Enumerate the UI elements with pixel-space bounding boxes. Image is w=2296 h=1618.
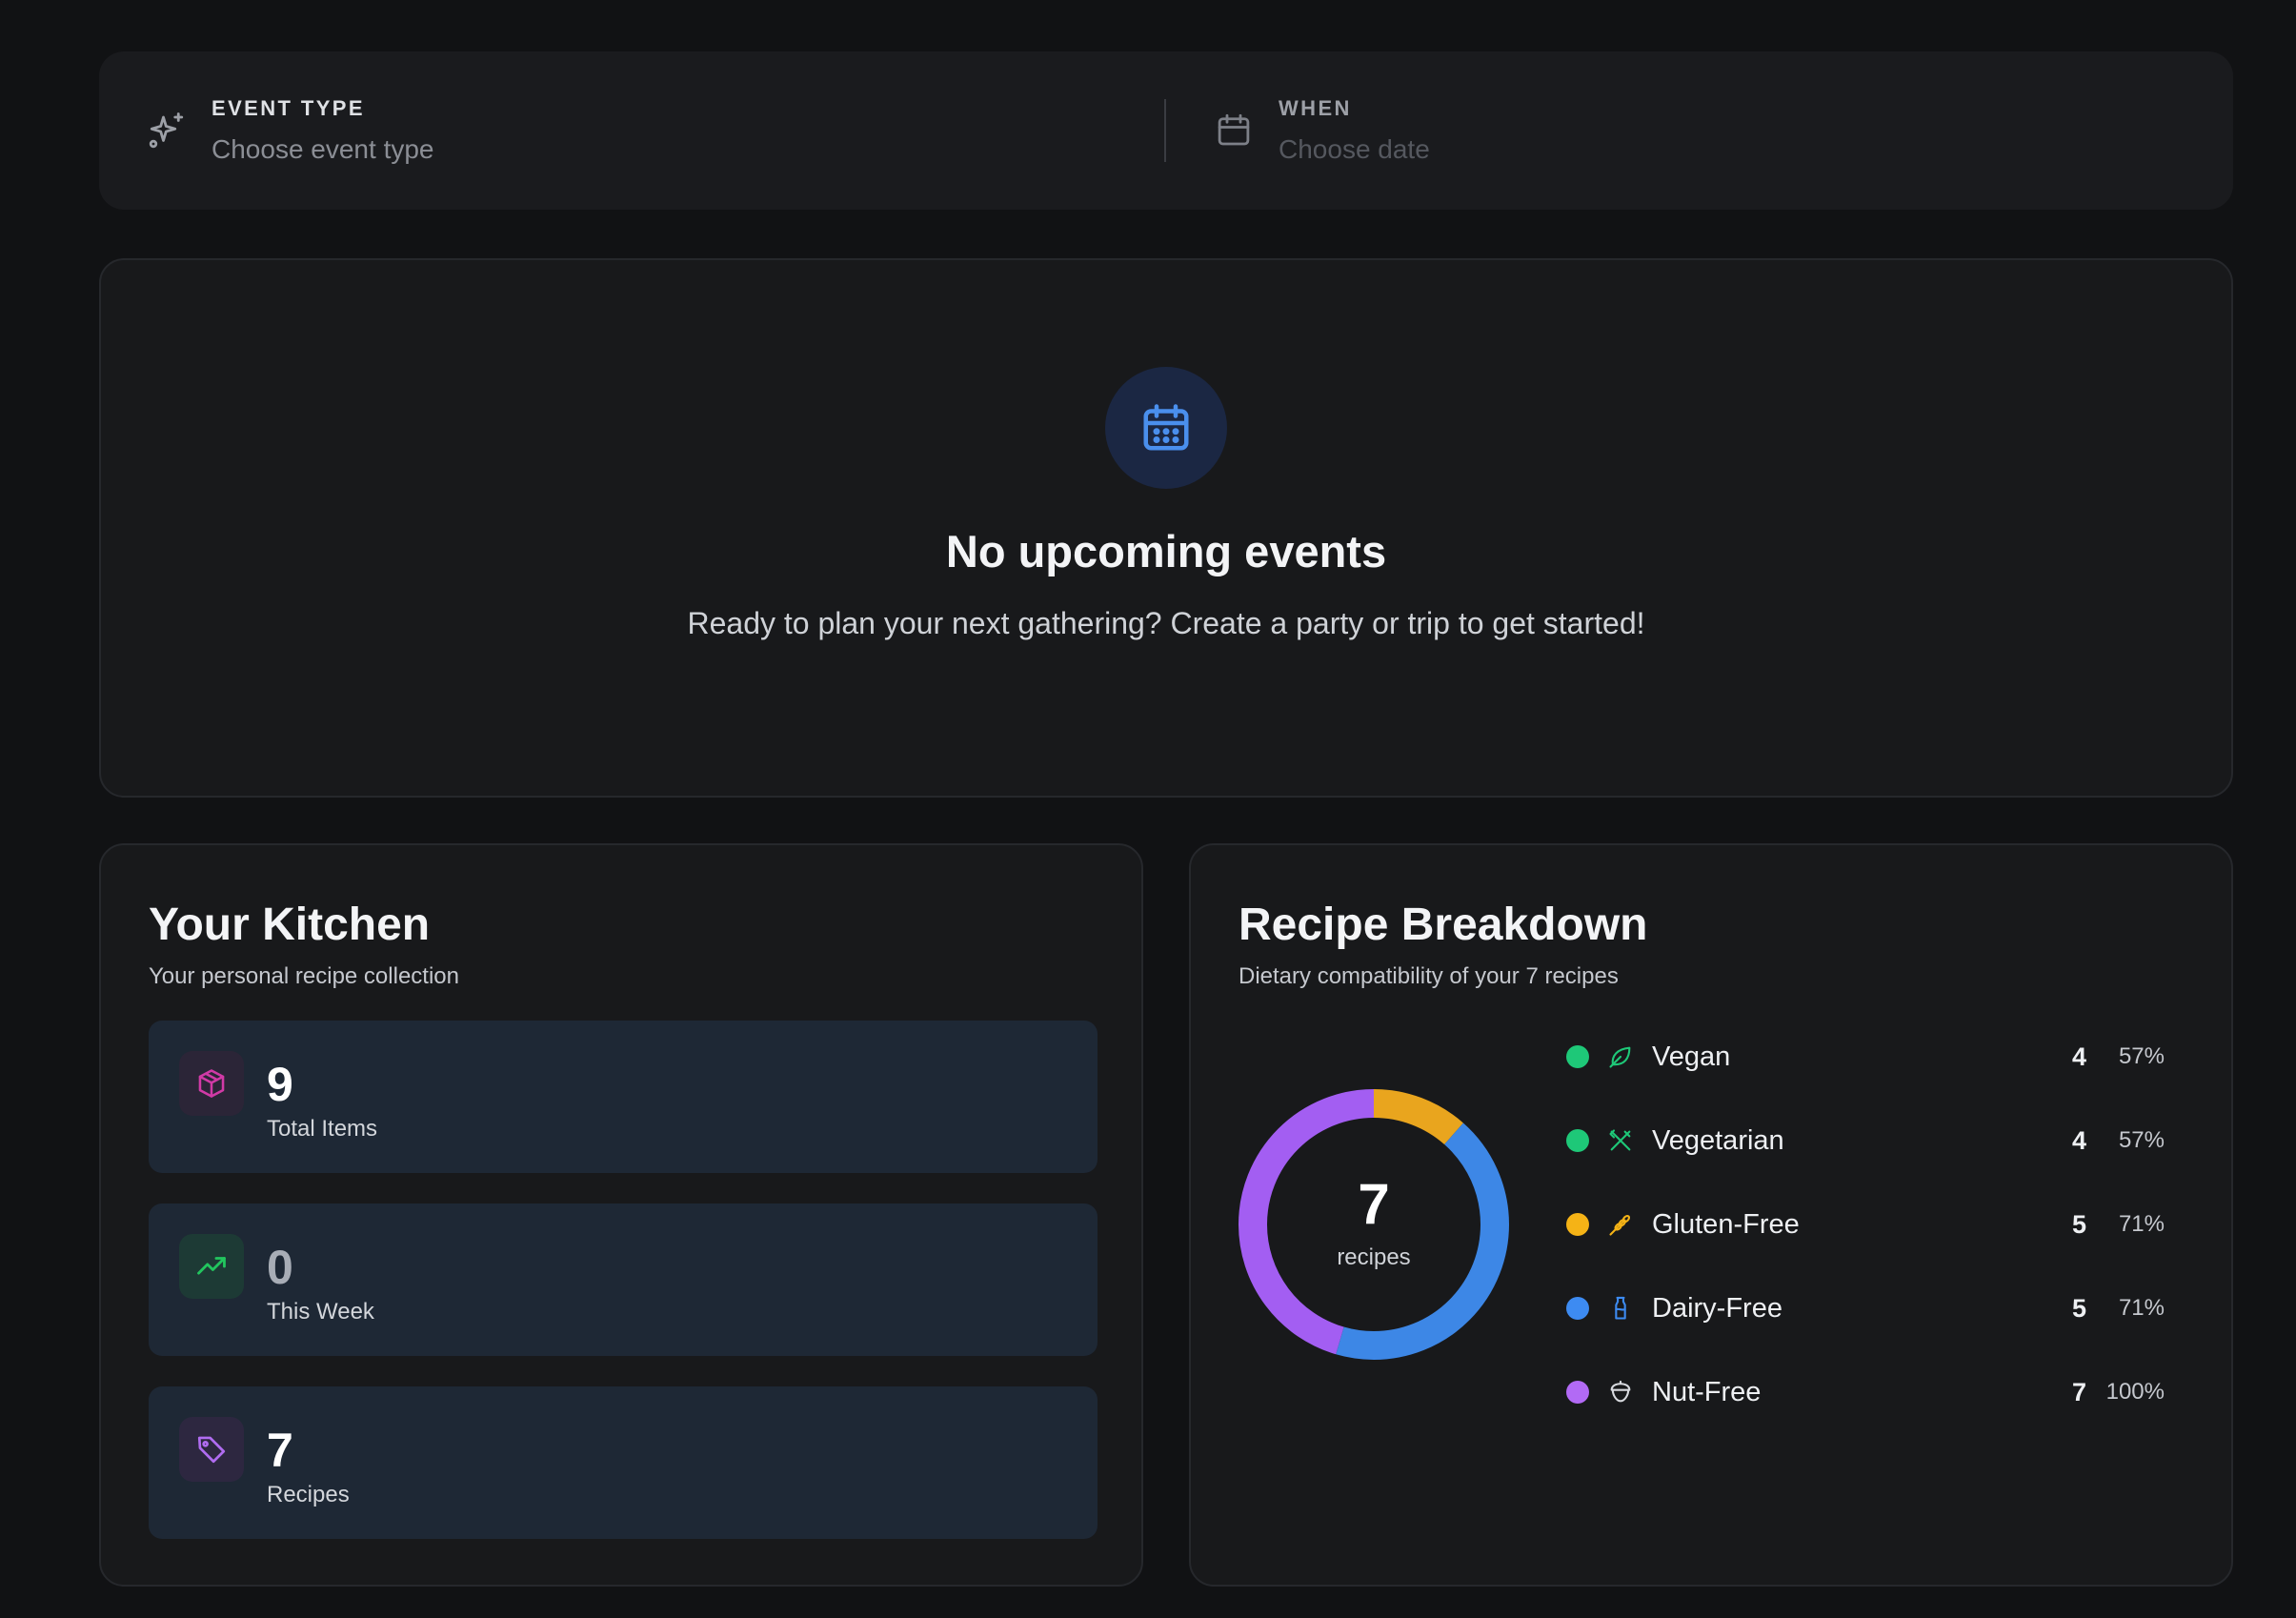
- events-icon-badge: [1105, 367, 1227, 489]
- dashboard: EVENT TYPE Choose event type WHEN Choose…: [0, 0, 2296, 1618]
- calendar-icon: [1143, 404, 1189, 451]
- breakdown-title: Recipe Breakdown: [1239, 900, 1648, 950]
- event-search-bar: EVENT TYPE Choose event type WHEN Choose…: [99, 51, 2233, 210]
- calendar-icon: [1214, 111, 1254, 151]
- events-empty-title: No upcoming events: [945, 526, 1387, 576]
- donut-center: 7 recipes: [1239, 1089, 1509, 1360]
- events-empty-subtitle: Ready to plan your next gathering? Creat…: [687, 606, 1645, 640]
- kitchen-title: Your Kitchen: [149, 900, 431, 950]
- legend-dot: [1566, 1297, 1589, 1320]
- legend-count: 4: [2071, 1042, 2086, 1071]
- legend-row-gluten-free[interactable]: Gluten-Free 5 71%: [1566, 1205, 2185, 1244]
- legend-label: Gluten-Free: [1652, 1208, 1800, 1240]
- stat-value: 7: [267, 1424, 293, 1477]
- stat-value: 9: [267, 1058, 293, 1111]
- stat-this-week[interactable]: 0 This Week: [149, 1203, 1098, 1356]
- event-type-field[interactable]: EVENT TYPE Choose event type: [99, 51, 1164, 210]
- stat-value: 0: [267, 1241, 293, 1294]
- legend-percent: 57%: [2118, 1043, 2165, 1069]
- utensils-crossed-icon: [1606, 1126, 1635, 1155]
- legend-percent: 71%: [2118, 1295, 2165, 1321]
- leaf-icon: [1606, 1042, 1635, 1071]
- stat-recipes[interactable]: 7 Recipes: [149, 1386, 1098, 1539]
- legend-dot: [1566, 1045, 1589, 1068]
- legend-label: Dairy-Free: [1652, 1292, 1782, 1324]
- kitchen-card: Your Kitchen Your personal recipe collec…: [99, 843, 1143, 1587]
- legend-count: 7: [2071, 1377, 2086, 1406]
- package-icon: [179, 1051, 244, 1116]
- legend-row-dairy-free[interactable]: Dairy-Free 5 71%: [1566, 1289, 2185, 1327]
- legend-row-vegan[interactable]: Vegan 4 57%: [1566, 1038, 2185, 1076]
- donut-total: 7: [1358, 1171, 1390, 1236]
- legend-dot: [1566, 1129, 1589, 1152]
- tag-icon: [179, 1417, 244, 1482]
- legend-row-nut-free[interactable]: Nut-Free 7 100%: [1566, 1373, 2185, 1411]
- legend-count: 4: [2071, 1125, 2086, 1155]
- upcoming-events-card: No upcoming events Ready to plan your ne…: [99, 258, 2233, 798]
- kitchen-subtitle: Your personal recipe collection: [149, 963, 459, 989]
- legend-label: Vegan: [1652, 1041, 1731, 1072]
- legend-count: 5: [2071, 1209, 2086, 1239]
- stat-label: Recipes: [267, 1482, 350, 1507]
- legend-percent: 57%: [2118, 1127, 2165, 1153]
- milk-icon: [1606, 1294, 1635, 1323]
- event-type-label: EVENT TYPE: [211, 96, 365, 120]
- donut-total-label: recipes: [1337, 1244, 1411, 1270]
- when-label: WHEN: [1279, 96, 1352, 120]
- event-type-value: Choose event type: [211, 134, 434, 164]
- sparkles-icon: [147, 111, 187, 151]
- stat-total-items[interactable]: 9 Total Items: [149, 1021, 1098, 1173]
- legend-dot: [1566, 1381, 1589, 1404]
- nut-icon: [1606, 1378, 1635, 1406]
- recipe-breakdown-card: Recipe Breakdown Dietary compatibility o…: [1189, 843, 2233, 1587]
- legend-count: 5: [2071, 1293, 2086, 1323]
- when-field[interactable]: WHEN Choose date: [1166, 51, 1430, 210]
- legend-dot: [1566, 1213, 1589, 1236]
- stat-label: Total Items: [267, 1116, 378, 1142]
- legend-label: Vegetarian: [1652, 1124, 1784, 1156]
- breakdown-subtitle: Dietary compatibility of your 7 recipes: [1239, 963, 1619, 989]
- when-value: Choose date: [1279, 134, 1430, 164]
- legend-label: Nut-Free: [1652, 1376, 1762, 1407]
- legend-percent: 71%: [2118, 1211, 2165, 1237]
- legend-row-vegetarian[interactable]: Vegetarian 4 57%: [1566, 1122, 2185, 1160]
- wheat-icon: [1606, 1210, 1635, 1239]
- trending-up-icon: [179, 1234, 244, 1299]
- stat-label: This Week: [267, 1299, 374, 1325]
- legend-percent: 100%: [2105, 1379, 2165, 1405]
